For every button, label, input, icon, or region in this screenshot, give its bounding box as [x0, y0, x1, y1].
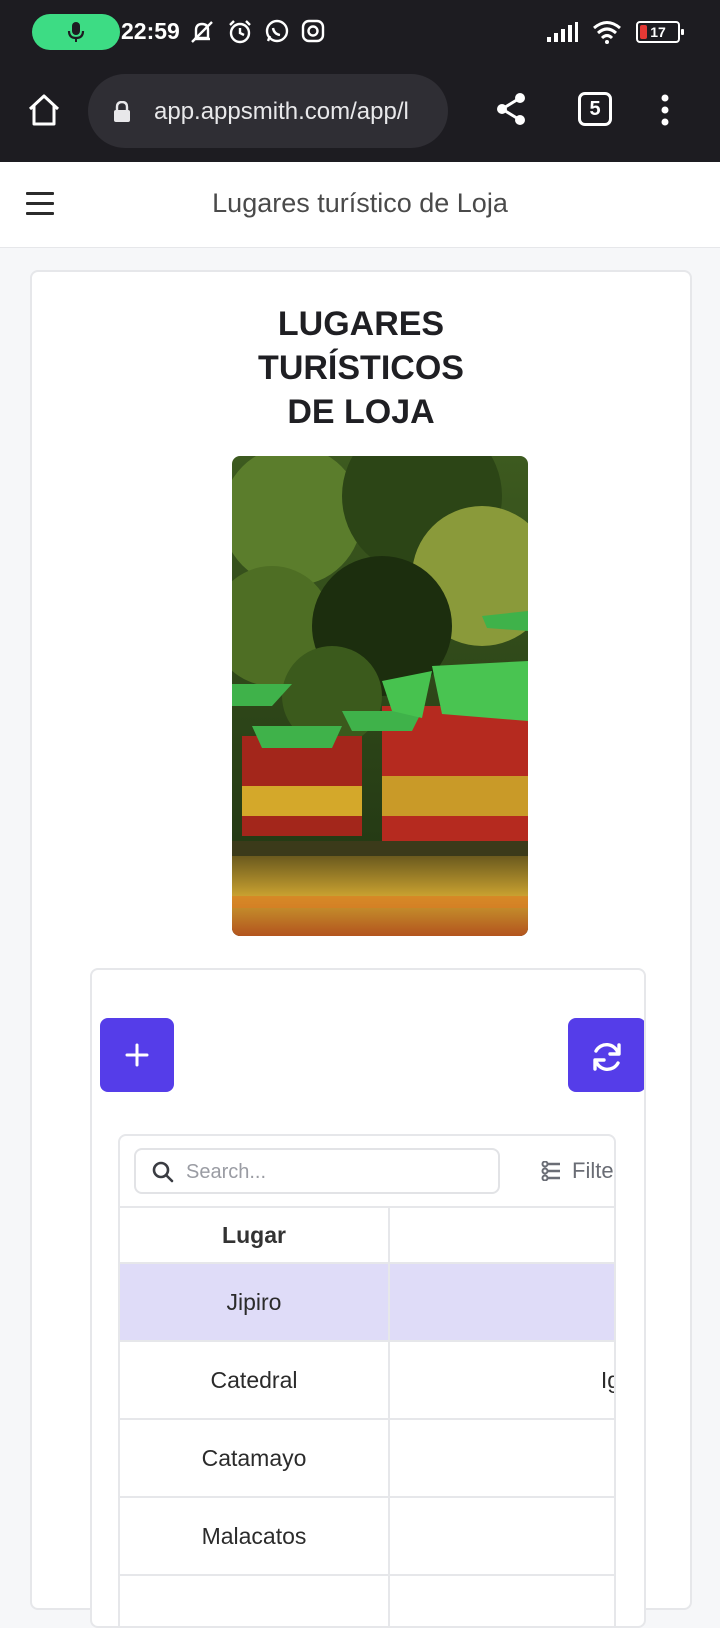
lock-icon — [114, 101, 130, 122]
app-header: Lugares turístico de Loja — [0, 162, 720, 248]
cell-second — [390, 1576, 614, 1626]
table-row[interactable]: Catamayo — [120, 1420, 614, 1498]
cell-lugar: Malacatos — [120, 1498, 390, 1574]
table-container: Filte Lugar Jipiro Catedral Ig Catamayo — [90, 968, 646, 1628]
notification-icons — [188, 18, 326, 46]
mute-icon — [191, 21, 213, 43]
cell-second: Ig — [600, 1366, 614, 1393]
status-time: 22:59 — [121, 18, 180, 44]
data-table: Filte Lugar Jipiro Catedral Ig Catamayo — [118, 1134, 616, 1626]
cell-second — [390, 1420, 614, 1496]
filter-icon — [541, 1161, 560, 1181]
column-header-2[interactable] — [390, 1208, 614, 1262]
page-heading: LUGARES TURÍSTICOS DE LOJA — [258, 305, 464, 431]
table-row[interactable]: Jipiro — [120, 1264, 614, 1342]
battery-icon: 17 — [636, 21, 684, 43]
mic-indicator[interactable] — [32, 14, 120, 50]
search-icon — [152, 1161, 174, 1183]
home-icon[interactable] — [26, 92, 62, 128]
search-input[interactable] — [186, 1158, 486, 1186]
table-header-row: Lugar — [120, 1206, 614, 1264]
table-row[interactable] — [120, 1576, 614, 1626]
main-card: LUGARES TURÍSTICOS DE LOJA Search... Fil… — [30, 270, 692, 1628]
table-search[interactable] — [134, 1148, 500, 1194]
address-bar[interactable]: app.appsmith.com/app/l — [88, 74, 448, 148]
status-bar: 22:59 17 — [0, 0, 720, 64]
refresh-icon — [593, 1043, 621, 1071]
cell-second — [390, 1264, 614, 1340]
mic-icon — [67, 22, 85, 42]
plus-icon — [125, 1043, 149, 1067]
more-vert-icon[interactable] — [660, 94, 670, 126]
app-title: Lugares turístico de Loja — [212, 188, 508, 218]
table-body: Lugar Jipiro Catedral Ig Catamayo Malaca… — [120, 1206, 614, 1626]
cell-second — [390, 1498, 614, 1574]
wifi-icon — [593, 21, 621, 44]
tourist-place-image — [232, 456, 528, 936]
cell-lugar: Catedral — [120, 1342, 390, 1418]
cell-lugar: Jipiro — [120, 1264, 390, 1340]
share-icon[interactable] — [496, 92, 526, 126]
refresh-button[interactable] — [568, 1018, 644, 1092]
url-text: app.appsmith.com/app/l — [154, 98, 409, 125]
table-row[interactable]: Catedral Ig — [120, 1342, 614, 1420]
alarm-icon — [229, 20, 251, 44]
signal-icon — [547, 22, 578, 42]
instagram-icon — [301, 19, 325, 43]
column-header-lugar[interactable]: Lugar — [120, 1208, 390, 1262]
battery-level: 17 — [650, 24, 666, 40]
browser-toolbar: app.appsmith.com/app/l 5 — [0, 64, 720, 162]
filter-button[interactable]: Filte — [540, 1158, 614, 1184]
cell-lugar: Catamayo — [120, 1420, 390, 1496]
filter-label: Filte — [572, 1158, 614, 1183]
system-icons: 17 — [546, 20, 684, 44]
table-row[interactable]: Malacatos — [120, 1498, 614, 1576]
tabs-button[interactable]: 5 — [578, 92, 612, 126]
cell-lugar — [120, 1576, 390, 1626]
add-button[interactable] — [100, 1018, 174, 1092]
whatsapp-icon — [265, 19, 289, 43]
